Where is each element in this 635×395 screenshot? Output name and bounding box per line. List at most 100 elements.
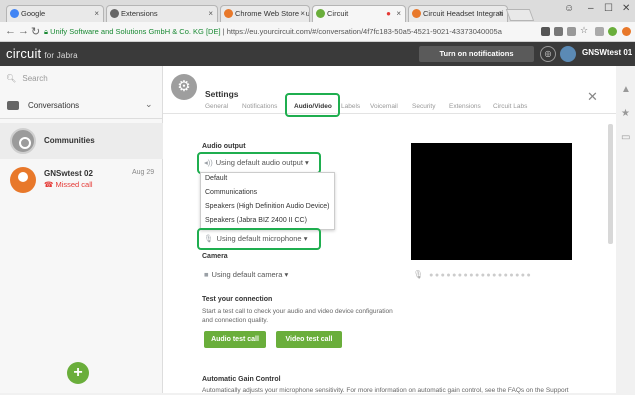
- maximize-icon[interactable]: ☐: [604, 3, 613, 14]
- settings-panel: ⚙ Settings General Notifications Audio/V…: [163, 66, 616, 394]
- url-field[interactable]: 🔒︎ Unify Software and Solutions GmbH & C…: [44, 25, 524, 39]
- account-icon[interactable]: ☺: [564, 3, 574, 14]
- address-bar: ← → ↻ 🔒︎ Unify Software and Solutions Gm…: [0, 22, 635, 42]
- minimize-icon[interactable]: –: [588, 3, 594, 14]
- logo-text: circuit: [6, 46, 42, 61]
- webstore-icon: [224, 9, 233, 18]
- tab-circuit-labs[interactable]: Circuit Labs: [493, 103, 527, 110]
- chevron-down-icon: ⌄: [145, 99, 153, 109]
- test-connection-label: Test your connection: [202, 296, 273, 303]
- video-preview: [411, 143, 572, 260]
- camera-value: Using default camera: [211, 270, 283, 279]
- conversations-label: Conversations: [28, 101, 80, 110]
- tab-labels[interactable]: Labels: [341, 103, 360, 110]
- extension-icon[interactable]: [622, 27, 631, 36]
- tab-general[interactable]: General: [205, 103, 228, 110]
- highlight-microphone: [197, 228, 321, 250]
- camera-icon: ■: [204, 270, 209, 279]
- close-tab-icon[interactable]: ×: [498, 6, 503, 21]
- test-connection-description: Start a test call to check your audio an…: [202, 308, 393, 324]
- status-icon[interactable]: ◎: [540, 46, 556, 62]
- back-icon[interactable]: ←: [5, 25, 16, 37]
- pin-icon[interactable]: ▲: [621, 84, 631, 95]
- conversation-date: Aug 29: [132, 169, 155, 176]
- sidebar: 🔍︎ Search Conversations ⌄ Communities GN…: [0, 66, 163, 393]
- url-text: https://eu.yourcircuit.com/#/conversatio…: [226, 27, 502, 36]
- agc-label: Automatic Gain Control: [202, 376, 281, 383]
- highlight-audio-video-tab: [285, 93, 340, 117]
- recording-dot-icon: ●: [386, 9, 391, 18]
- close-icon[interactable]: ✕: [587, 89, 598, 105]
- user-avatar[interactable]: [560, 46, 576, 62]
- tab-title: Google: [21, 9, 46, 18]
- browser-tab-bar: Google × Extensions × Chrome Web Store -…: [0, 0, 635, 22]
- browser-tab-circuit[interactable]: Circuit ● ×: [312, 5, 406, 22]
- microphone-icon: 🎙︎: [413, 270, 424, 279]
- chevron-down-icon: ▾: [284, 270, 289, 279]
- missed-call-text: Missed call: [55, 180, 93, 189]
- missed-call-status: ☎ Missed call: [44, 180, 93, 189]
- settings-title: Settings: [205, 89, 239, 99]
- browser-tab-google[interactable]: Google ×: [6, 5, 104, 22]
- username[interactable]: GNSWtest 01: [582, 48, 632, 57]
- browser-tab-headset[interactable]: Circuit Headset Integrati ×: [408, 5, 508, 22]
- close-tab-icon[interactable]: ×: [396, 6, 401, 21]
- browser-tab-webstore[interactable]: Chrome Web Store - uni ×: [220, 5, 310, 22]
- conversation-item[interactable]: GNSwtest 02 Aug 29 ☎ Missed call: [0, 162, 163, 200]
- forward-icon[interactable]: →: [18, 25, 29, 37]
- video-test-call-button[interactable]: Video test call: [276, 331, 342, 348]
- communities-label: Communities: [44, 136, 95, 145]
- agc-description: Automatically adjusts your microphone se…: [202, 387, 569, 394]
- extension-icon[interactable]: [608, 27, 617, 36]
- menu-item-speakers-hd[interactable]: Speakers (High Definition Audio Device): [205, 203, 330, 210]
- reload-icon[interactable]: ↻: [31, 25, 40, 38]
- tab-security[interactable]: Security: [412, 103, 435, 110]
- logo-subtitle: for Jabra: [44, 51, 78, 60]
- level-dots: ●●●●●●●●●●●●●●●●●●: [429, 272, 533, 279]
- extension-icon[interactable]: [554, 27, 563, 36]
- search-input[interactable]: 🔍︎ Search: [6, 74, 48, 83]
- puzzle-icon: [110, 9, 119, 18]
- extension-icon[interactable]: [595, 27, 604, 36]
- scrollbar[interactable]: [608, 124, 613, 244]
- close-tab-icon[interactable]: ×: [94, 6, 99, 21]
- star-icon[interactable]: ★: [621, 108, 630, 119]
- menu-item-speakers-jabra[interactable]: Speakers (Jabra BIZ 2400 II CC): [205, 217, 307, 224]
- close-tab-icon[interactable]: ×: [208, 6, 213, 21]
- search-placeholder: Search: [22, 74, 48, 83]
- site-identity: Unify Software and Solutions GmbH & Co. …: [50, 27, 221, 36]
- calendar-icon[interactable]: ▭: [621, 132, 630, 143]
- camera-label: Camera: [202, 253, 228, 260]
- headset-icon: [412, 9, 421, 18]
- tab-extensions[interactable]: Extensions: [449, 103, 481, 110]
- extension-icon[interactable]: [567, 27, 576, 36]
- conversations-dropdown[interactable]: Conversations ⌄: [0, 93, 163, 119]
- highlight-audio-output: [197, 152, 321, 174]
- extension-icon[interactable]: [541, 27, 550, 36]
- close-tab-icon[interactable]: ×: [300, 6, 305, 21]
- audio-test-call-button[interactable]: Audio test call: [204, 331, 266, 348]
- search-icon: 🔍︎: [6, 74, 17, 83]
- tab-voicemail[interactable]: Voicemail: [370, 103, 398, 110]
- tab-notifications[interactable]: Notifications: [242, 103, 277, 110]
- camera-dropdown[interactable]: ■ Using default camera ▾: [204, 270, 288, 279]
- audio-output-label: Audio output: [202, 143, 246, 150]
- conversation-name: GNSwtest 02: [44, 169, 93, 178]
- new-tab-button[interactable]: [505, 9, 535, 21]
- tab-title: Chrome Web Store - uni: [235, 9, 310, 18]
- star-icon[interactable]: ☆: [580, 25, 589, 35]
- tab-title: Circuit Headset Integrati: [423, 9, 504, 18]
- browser-tab-extensions[interactable]: Extensions ×: [106, 5, 218, 22]
- conversations-icon: [7, 101, 19, 110]
- settings-header: ⚙ Settings General Notifications Audio/V…: [163, 66, 616, 114]
- tab-title: Circuit: [327, 9, 349, 18]
- turn-on-notifications-button[interactable]: Turn on notifications: [419, 46, 534, 62]
- window-close-icon[interactable]: ✕: [622, 3, 630, 14]
- menu-item-communications[interactable]: Communications: [205, 189, 257, 196]
- microphone-level-meter: 🎙︎ ●●●●●●●●●●●●●●●●●●: [413, 270, 532, 279]
- google-icon: [10, 9, 19, 18]
- new-conversation-button[interactable]: +: [67, 362, 89, 384]
- communities-item[interactable]: Communities: [0, 123, 163, 159]
- menu-item-default[interactable]: Default: [205, 175, 227, 182]
- missed-call-icon: ☎: [44, 180, 56, 189]
